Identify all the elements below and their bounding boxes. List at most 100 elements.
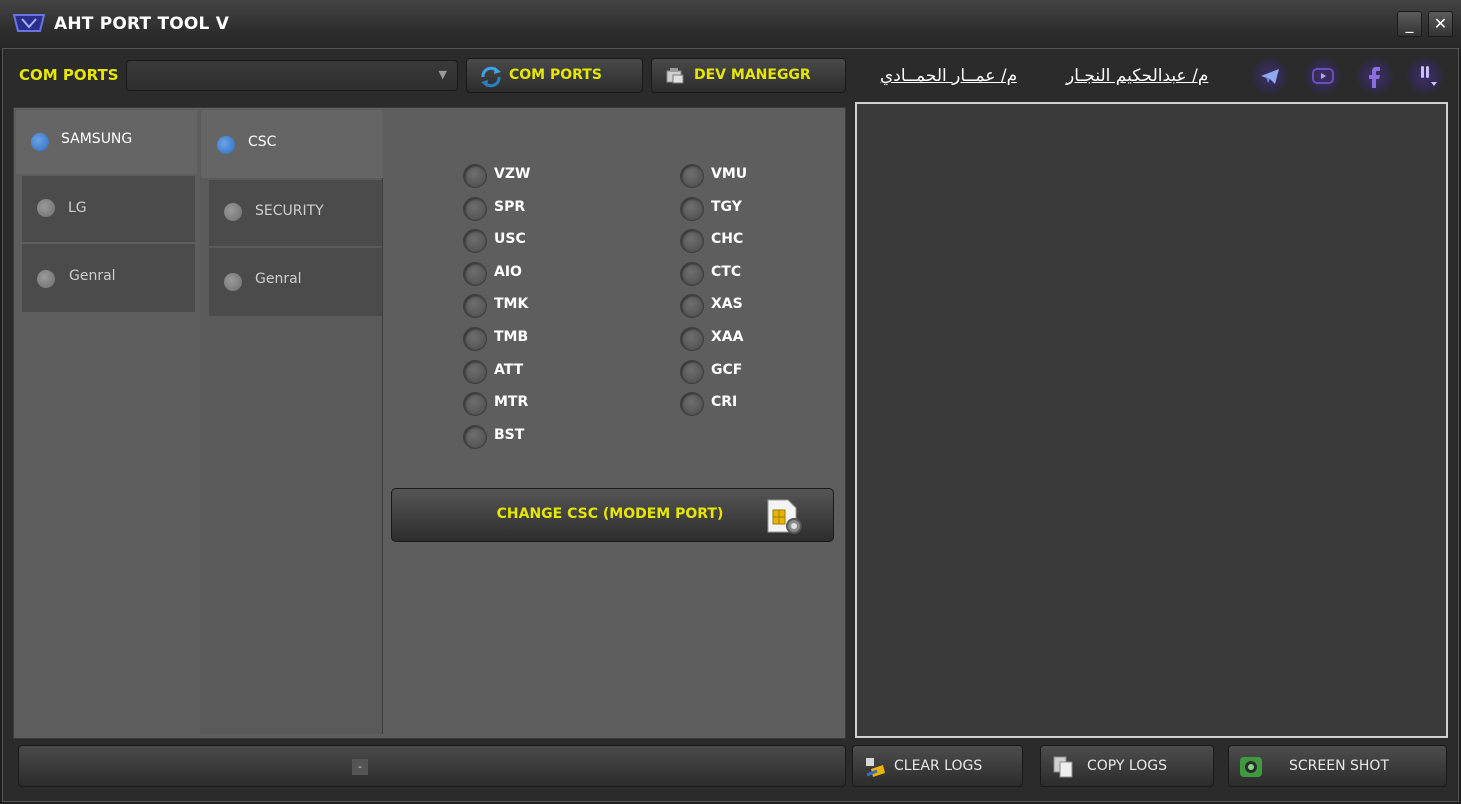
csc-radio-ctc[interactable]: CTC [680, 261, 770, 288]
csc-radio-att[interactable]: ATT [463, 359, 553, 386]
active-dot-icon [217, 136, 235, 154]
tab-label: SECURITY [255, 203, 324, 219]
com-ports-dropdown[interactable]: ▼ [126, 60, 458, 91]
viber-icon[interactable] [1407, 58, 1443, 94]
radio-circle[interactable] [680, 392, 704, 417]
device-manager-icon [664, 66, 686, 86]
radio-label: AIO [494, 263, 522, 280]
clear-logs-label: CLEAR LOGS [894, 758, 983, 774]
radio-circle[interactable] [463, 392, 487, 417]
radio-circle[interactable] [680, 294, 704, 319]
radio-circle[interactable] [463, 196, 487, 221]
inactive-dot-icon [37, 199, 55, 217]
camera-icon [1239, 755, 1263, 779]
radio-label: TGY [711, 198, 742, 215]
radio-label: TMK [494, 296, 529, 313]
copy-logs-button[interactable]: COPY LOGS [1040, 745, 1214, 787]
status-bar: - [18, 745, 846, 787]
active-dot-icon [31, 133, 49, 151]
tab-lg[interactable]: LG [22, 176, 195, 242]
radio-label: MTR [494, 394, 529, 411]
csc-radio-cri[interactable]: CRI [680, 392, 770, 418]
radio-label: GCF [711, 361, 743, 378]
screenshot-button[interactable]: SCREEN SHOT [1228, 745, 1447, 787]
radio-label: VMU [711, 166, 748, 182]
author-link-ammar[interactable]: م/ عمــار الحمــادي [880, 66, 1017, 86]
csc-radio-spr[interactable]: SPR [463, 196, 553, 223]
radio-circle[interactable] [680, 261, 704, 286]
com-ports-label: COM PORTS [19, 66, 119, 84]
tab-security[interactable]: SECURITY [209, 180, 382, 246]
csc-radio-gcf[interactable]: GCF [680, 359, 770, 386]
tab-label: SAMSUNG [61, 131, 133, 147]
csc-radio-xaa[interactable]: XAA [680, 327, 770, 353]
device-manager-button[interactable]: DEV MANEGGR [651, 58, 846, 93]
tab-csc[interactable]: CSC [201, 110, 383, 178]
broom-icon [863, 755, 887, 779]
tab-samsung[interactable]: SAMSUNG [16, 110, 197, 174]
screenshot-label: SCREEN SHOT [1289, 758, 1389, 774]
csc-radio-tmk[interactable]: TMK [463, 294, 553, 320]
inactive-dot-icon [37, 270, 55, 288]
tab-genral-function[interactable]: Genral [209, 248, 382, 316]
tab-label: CSC [248, 134, 277, 150]
inactive-dot-icon [224, 273, 242, 291]
change-csc-label: CHANGE CSC (MODEM PORT) [496, 506, 724, 522]
tab-label: Genral [69, 268, 116, 284]
radio-circle[interactable] [680, 164, 704, 188]
tab-genral-brand[interactable]: Genral [22, 244, 195, 312]
radio-circle[interactable] [463, 164, 487, 188]
radio-circle[interactable] [680, 196, 704, 221]
log-output[interactable] [855, 102, 1448, 738]
radio-label: VZW [494, 166, 531, 182]
window-title: AHT PORT TOOL V [54, 14, 230, 34]
radio-circle[interactable] [680, 327, 704, 351]
radio-label: XAA [711, 329, 744, 345]
radio-circle[interactable] [463, 294, 487, 319]
radio-circle[interactable] [680, 359, 704, 384]
radio-label: ATT [494, 361, 524, 378]
radio-circle[interactable] [463, 359, 487, 384]
com-ports-button-label: COM PORTS [509, 67, 602, 83]
radio-label: TMB [494, 329, 529, 345]
radio-circle[interactable] [463, 424, 487, 449]
csc-radio-mtr[interactable]: MTR [463, 392, 553, 418]
csc-radio-xas[interactable]: XAS [680, 294, 770, 320]
csc-radio-vzw[interactable]: VZW [463, 164, 553, 190]
csc-radio-chc[interactable]: CHC [680, 229, 770, 255]
radio-label: XAS [711, 296, 743, 313]
telegram-icon[interactable] [1252, 58, 1288, 94]
radio-label: USC [494, 231, 526, 248]
sim-card-settings-icon [764, 496, 806, 536]
device-manager-button-label: DEV MANEGGR [694, 67, 811, 83]
change-csc-button[interactable]: CHANGE CSC (MODEM PORT) [391, 488, 834, 542]
copy-logs-label: COPY LOGS [1087, 758, 1167, 774]
status-text: - [352, 759, 368, 775]
app-logo-icon [12, 11, 46, 35]
csc-radio-vmu[interactable]: VMU [680, 164, 770, 190]
radio-circle[interactable] [680, 229, 704, 254]
csc-radio-usc[interactable]: USC [463, 229, 553, 255]
inactive-dot-icon [224, 203, 242, 221]
radio-circle[interactable] [463, 261, 487, 286]
csc-radio-bst[interactable]: BST [463, 424, 553, 451]
radio-circle[interactable] [463, 229, 487, 254]
clear-logs-button[interactable]: CLEAR LOGS [852, 745, 1023, 787]
com-ports-refresh-button[interactable]: COM PORTS [466, 58, 643, 93]
radio-label: CRI [711, 394, 738, 411]
radio-label: SPR [494, 198, 526, 215]
radio-label: CTC [711, 263, 742, 280]
chevron-down-icon[interactable]: ▼ [439, 68, 447, 81]
csc-radio-tgy[interactable]: TGY [680, 196, 770, 223]
close-button[interactable]: ✕ [1428, 11, 1453, 37]
radio-label: CHC [711, 231, 744, 248]
minimize-button[interactable]: _ [1397, 11, 1422, 37]
tab-label: Genral [255, 271, 302, 287]
youtube-icon[interactable] [1305, 58, 1341, 94]
author-link-abdulhakim[interactable]: م/ عبدالحكيم النجـار [1066, 66, 1208, 86]
facebook-icon[interactable] [1357, 58, 1393, 94]
csc-radio-aio[interactable]: AIO [463, 261, 553, 288]
csc-radio-tmb[interactable]: TMB [463, 327, 553, 353]
radio-circle[interactable] [463, 327, 487, 351]
tab-label: LG [68, 200, 87, 216]
